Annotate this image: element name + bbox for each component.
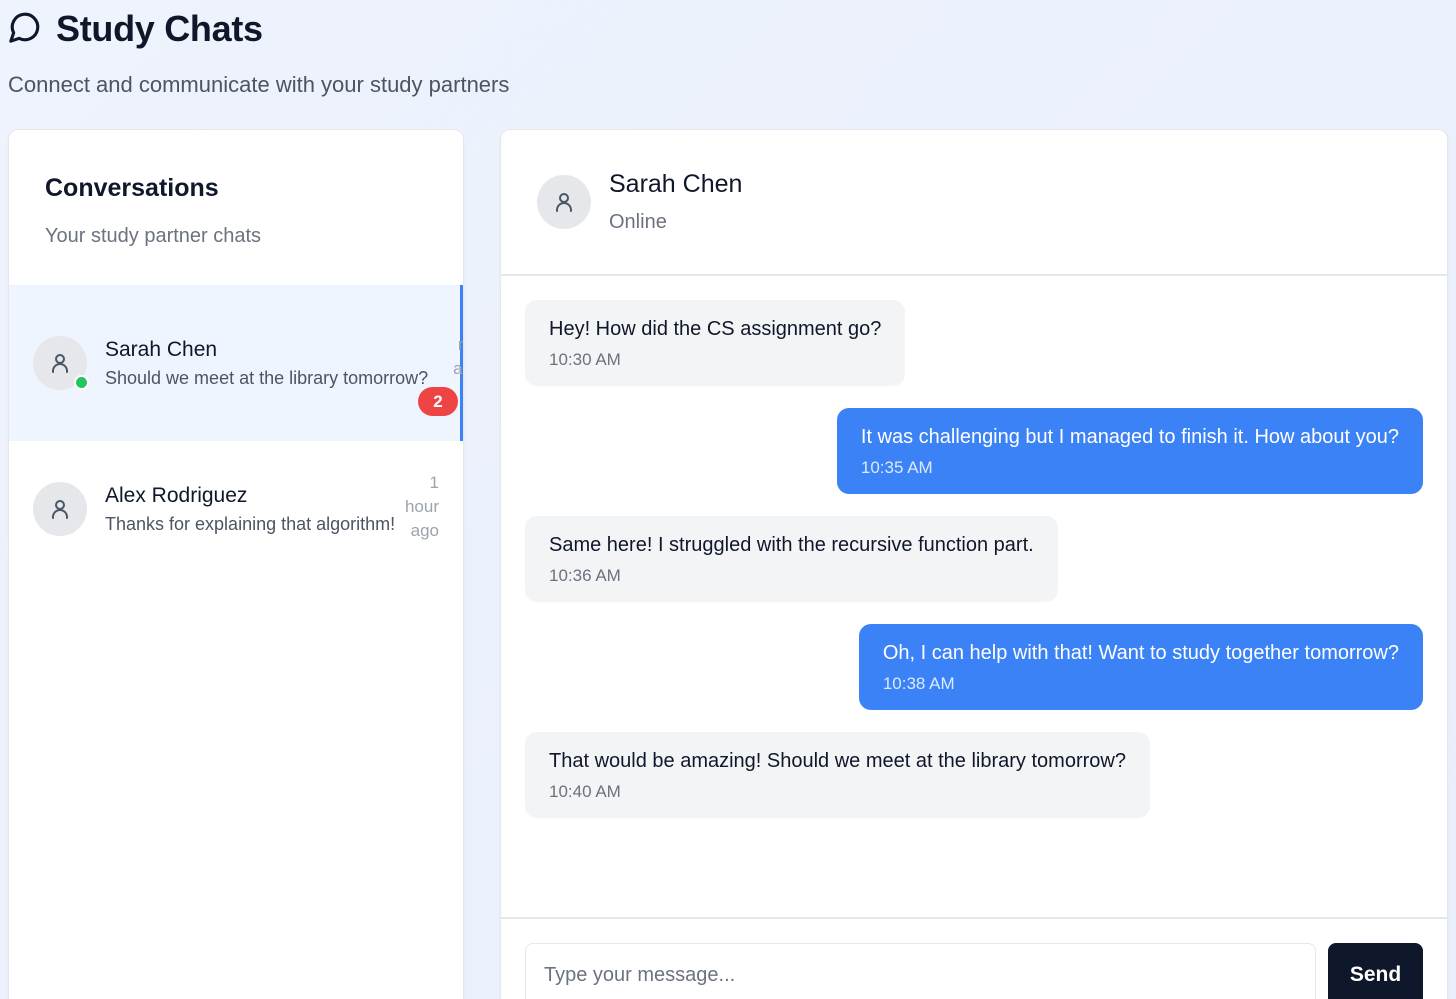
conversation-time: m ag xyxy=(440,333,463,381)
chat-panel: Sarah Chen Online Hey! How did the CS as… xyxy=(500,129,1448,999)
message-time: 10:30 AM xyxy=(549,350,621,369)
message-text: Hey! How did the CS assignment go? xyxy=(549,318,882,340)
time-line: 1 xyxy=(429,473,439,492)
time-line: ag xyxy=(453,359,463,378)
conversations-header: Conversations Your study partner chats xyxy=(9,130,463,285)
message-outgoing: Oh, I can help with that! Want to study … xyxy=(858,624,1423,710)
time-line: m xyxy=(440,333,463,357)
message-incoming: Same here! I struggled with the recursiv… xyxy=(525,516,1058,602)
message-time: 10:35 AM xyxy=(860,458,933,477)
send-button[interactable]: Send xyxy=(1328,943,1423,999)
message-time: 10:36 AM xyxy=(549,566,621,585)
message-text: Same here! I struggled with the recursiv… xyxy=(549,534,1034,556)
user-icon xyxy=(52,500,68,519)
message-composer: Send xyxy=(501,917,1447,999)
page-subtitle: Connect and communicate with your study … xyxy=(8,72,510,97)
contact-avatar xyxy=(537,175,591,229)
conversations-panel: Conversations Your study partner chats S… xyxy=(8,129,464,999)
conversations-subtitle: Your study partner chats xyxy=(45,225,262,247)
conversation-item-alex-rodriguez[interactable]: Alex Rodriguez Thanks for explaining tha… xyxy=(9,441,463,577)
message-circle-icon xyxy=(8,10,42,49)
conversation-item-sarah-chen[interactable]: Sarah Chen Should we meet at the library… xyxy=(9,285,463,441)
time-line: ago xyxy=(410,521,439,540)
contact-status: Online xyxy=(609,211,667,233)
message-list[interactable]: Hey! How did the CS assignment go? 10:30… xyxy=(501,276,1447,916)
online-indicator xyxy=(74,375,89,390)
message-text: That would be amazing! Should we meet at… xyxy=(549,750,1126,772)
avatar xyxy=(33,336,89,390)
message-incoming: Hey! How did the CS assignment go? 10:30… xyxy=(525,300,906,386)
message-time: 10:38 AM xyxy=(882,674,955,693)
chat-header: Sarah Chen Online xyxy=(501,130,1447,276)
unread-badge: 2 xyxy=(418,387,458,416)
message-input[interactable] xyxy=(525,943,1316,999)
title-row: Study Chats xyxy=(8,8,509,50)
time-line: hour xyxy=(404,497,439,516)
contact-name: Sarah Chen xyxy=(609,170,743,198)
conversation-name: Sarah Chen xyxy=(105,337,218,361)
user-icon xyxy=(52,354,68,373)
message-text: Oh, I can help with that! Want to study … xyxy=(882,642,1399,664)
message-outgoing: It was challenging but I managed to fini… xyxy=(836,408,1423,494)
message-incoming: That would be amazing! Should we meet at… xyxy=(525,732,1150,818)
user-icon xyxy=(556,193,572,212)
message-text: It was challenging but I managed to fini… xyxy=(860,426,1399,448)
page-header: Study Chats Connect and communicate with… xyxy=(8,8,509,98)
avatar xyxy=(33,482,87,536)
message-time: 10:40 AM xyxy=(549,782,621,801)
conversations-title: Conversations xyxy=(45,174,219,202)
conversation-last-message: Should we meet at the library tomorrow? xyxy=(105,367,429,388)
conversation-time: 1 hour ago xyxy=(401,471,439,543)
page-title: Study Chats xyxy=(56,8,263,49)
